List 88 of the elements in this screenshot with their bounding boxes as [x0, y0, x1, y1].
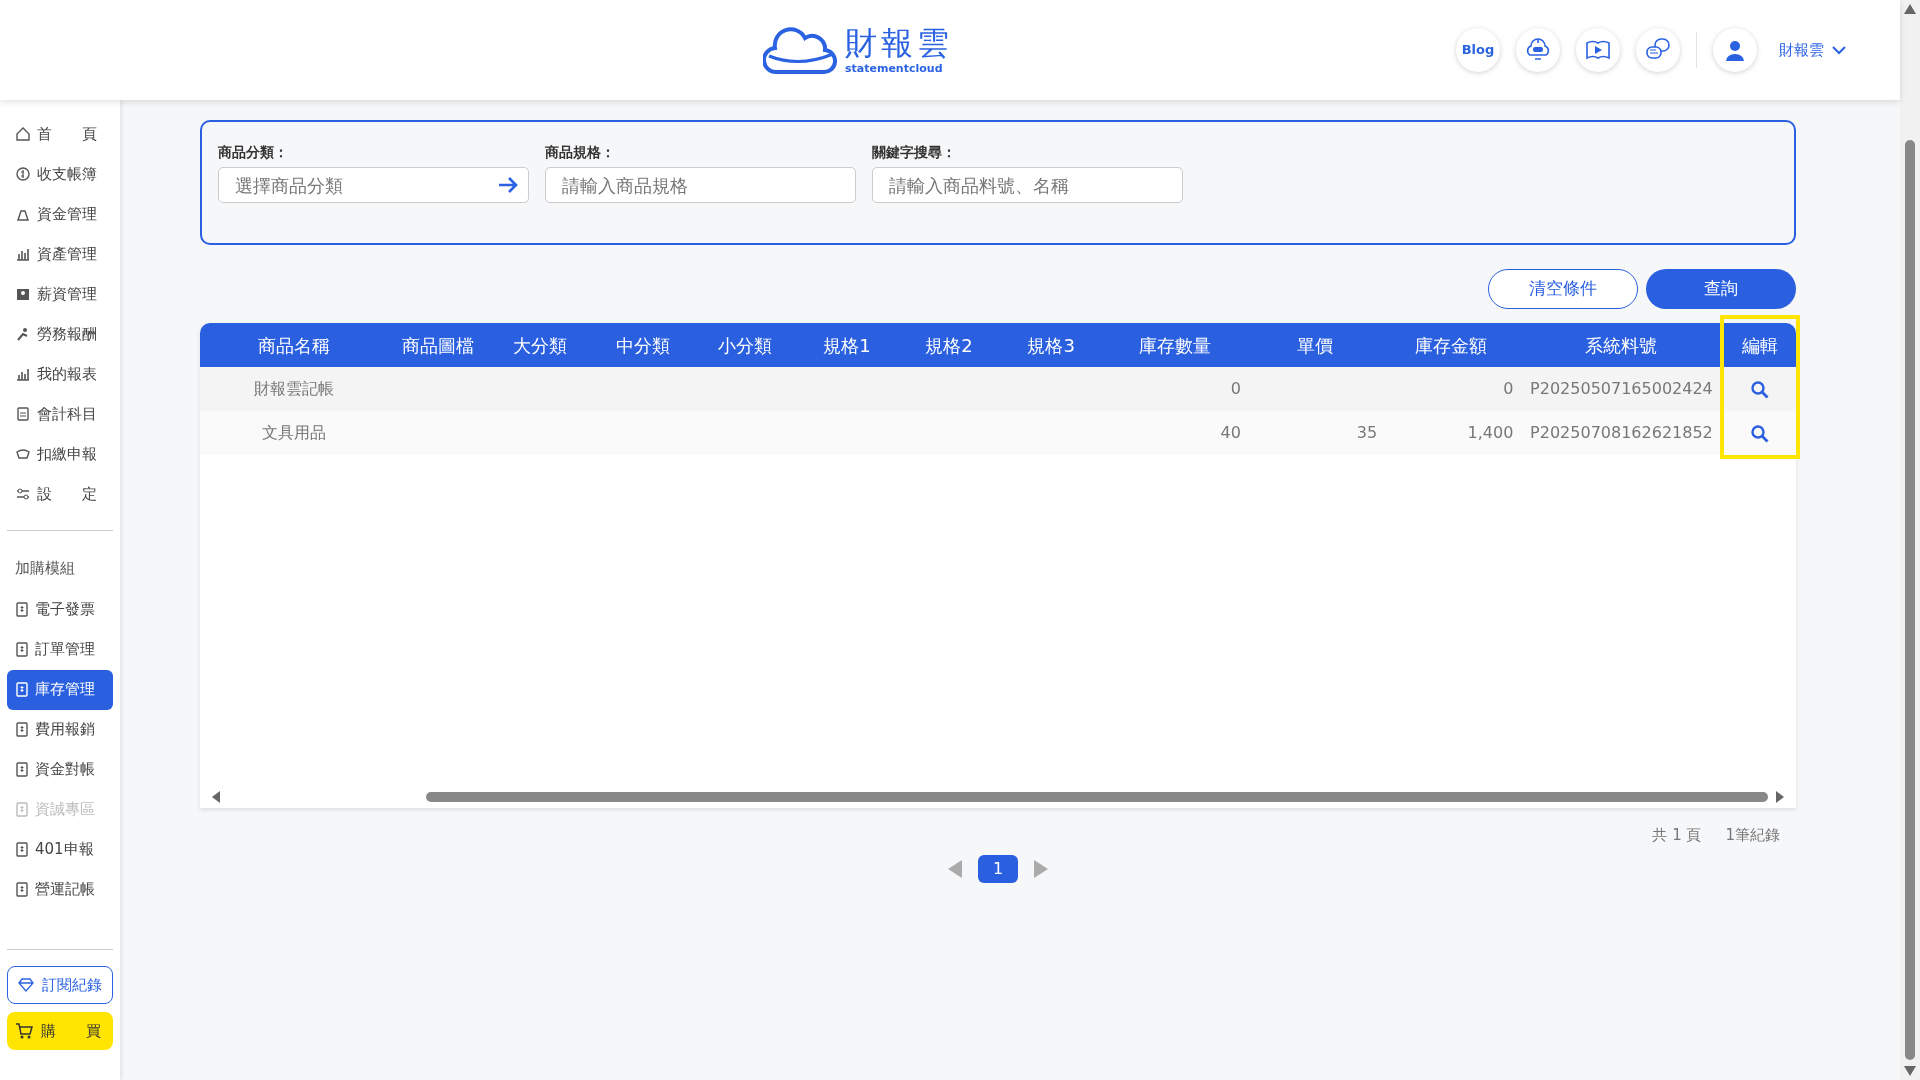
table-cell: 1,400 [1467, 423, 1514, 442]
subscription-record-button[interactable]: 訂閱紀錄 [7, 966, 113, 1004]
sidebar-item[interactable]: 營運記帳 [7, 869, 113, 910]
table-cell: 0 [1230, 379, 1241, 398]
scroll-up-icon[interactable] [1904, 4, 1916, 14]
sidebar-item[interactable]: 庫存管理 [7, 669, 113, 710]
section-heading: 加購模組 [14, 558, 76, 579]
column-header: 規格1 [795, 323, 898, 367]
sidebar-item[interactable]: 薪資管理 [7, 274, 113, 314]
clear-conditions-button[interactable]: 清空條件 [1488, 269, 1638, 309]
document-icon [15, 641, 29, 658]
table-cell: 財報雲記帳 [253, 379, 334, 398]
cloud-logo-icon [763, 24, 837, 76]
tutorial-button[interactable] [1576, 28, 1620, 72]
sidebar-item[interactable]: 收支帳簿 [7, 154, 113, 194]
page-button[interactable]: 1 [978, 854, 1018, 883]
input-field[interactable]: 請輸入商品規格 [545, 167, 856, 203]
column-header: 庫存金額 [1383, 323, 1520, 367]
search-icon [1750, 380, 1769, 399]
column-header: 編輯 [1723, 323, 1796, 367]
input-field[interactable]: 請輸入商品料號、名稱 [872, 167, 1183, 203]
sidebar-item[interactable]: 扣繳申報 [7, 434, 113, 474]
query-button[interactable]: 查詢 [1646, 269, 1796, 309]
field-label: 關鍵字搜尋： [872, 143, 957, 162]
column-header: 單價 [1246, 323, 1384, 367]
buy-button[interactable]: 購 買 [7, 1012, 113, 1050]
table-cell: P20250708162621852 [1530, 423, 1713, 442]
house-icon [15, 126, 31, 142]
category-select[interactable]: 選擇商品分類 [218, 167, 529, 203]
blog-button[interactable]: Blog [1456, 28, 1500, 72]
record-count: 1筆紀錄 [1725, 825, 1780, 846]
document-icon [15, 801, 29, 818]
sidebar-item[interactable]: 勞務報酬 [7, 314, 113, 354]
chevron-down-icon [1832, 45, 1846, 55]
table-cell: 文具用品 [261, 423, 326, 442]
field-label: 商品分類： [218, 143, 289, 162]
table-cell: 35 [1356, 423, 1378, 442]
scrollbar-thumb[interactable] [1905, 140, 1915, 1060]
diamond-icon [18, 978, 34, 992]
bar-chart-icon [15, 366, 31, 382]
sidebar-item[interactable]: 資金管理 [7, 194, 113, 234]
column-header: 商品圖檔 [387, 323, 490, 367]
field-label: 商品規格： [545, 143, 616, 162]
book-play-icon [1585, 39, 1611, 61]
table-cell: 0 [1503, 379, 1514, 398]
column-header: 大分類 [489, 323, 592, 367]
column-header: 規格3 [1000, 323, 1103, 367]
column-header: 商品名稱 [200, 323, 388, 367]
logo-text: 財報雲 [845, 26, 953, 59]
document-icon [15, 601, 29, 618]
sidebar-item[interactable]: 401申報 [7, 829, 113, 870]
scroll-left-icon[interactable] [212, 791, 220, 803]
user-menu[interactable]: 財報雲 [1773, 37, 1852, 63]
sidebar-item[interactable]: 設 定 [7, 474, 113, 514]
sidebar-item[interactable]: 電子發票 [7, 589, 113, 630]
user-silhouette-icon [1723, 38, 1747, 62]
logo-tagline: statementcloud [845, 62, 944, 74]
sidebar-item[interactable]: 費用報銷 [7, 709, 113, 750]
sidebar-item[interactable]: 會計科目 [7, 394, 113, 434]
column-header: 小分類 [693, 323, 796, 367]
table-cell: P20250507165002424 [1530, 379, 1713, 398]
coin-icon [15, 166, 31, 182]
sidebar-item[interactable]: 資金對帳 [7, 749, 113, 790]
page-count: 共 1 頁 [1652, 825, 1702, 846]
sidebar-item[interactable]: 訂單管理 [7, 629, 113, 670]
document-icon [15, 881, 29, 898]
robot-icon [1525, 37, 1551, 63]
document-icon [15, 681, 29, 698]
column-header: 規格2 [897, 323, 1001, 367]
search-icon [1750, 424, 1769, 443]
sliders-icon [15, 486, 31, 502]
sidebar-item[interactable]: 我的報表 [7, 354, 113, 394]
sidebar-item[interactable]: 首 頁 [7, 114, 113, 154]
document-icon [15, 721, 29, 738]
document-icon [15, 761, 29, 778]
document-icon [15, 841, 29, 858]
scroll-down-icon[interactable] [1904, 1066, 1916, 1076]
cart-icon [15, 1023, 33, 1039]
help-chat-button[interactable] [1636, 28, 1680, 72]
column-header: 庫存數量 [1102, 323, 1247, 367]
robot-button[interactable] [1516, 28, 1560, 72]
scroll-right-icon[interactable] [1776, 791, 1784, 803]
table-cell: 40 [1220, 423, 1241, 442]
scrollbar-thumb[interactable] [426, 792, 1768, 802]
arrow-right-icon [497, 176, 519, 194]
column-header: 中分類 [591, 323, 694, 367]
sidebar-item[interactable]: 資產管理 [7, 234, 113, 274]
bar-chart-icon [15, 246, 31, 262]
